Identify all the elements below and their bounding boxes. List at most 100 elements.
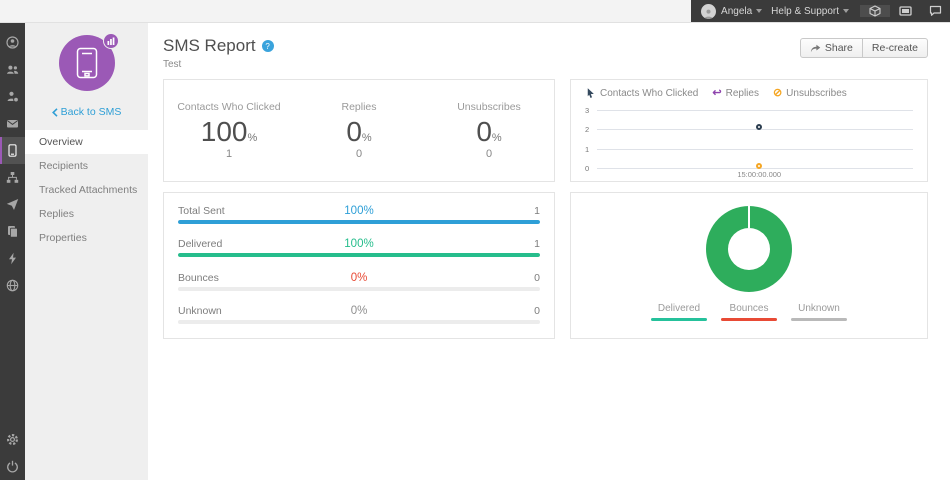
gridline: 0 — [597, 168, 913, 169]
nav-contacts[interactable] — [0, 56, 25, 83]
primary-nav-rail — [0, 23, 25, 480]
user-name: Angela — [721, 6, 752, 17]
user-circle-icon — [6, 36, 19, 49]
chat-bubble-icon — [929, 5, 942, 17]
nav-campaigns[interactable] — [0, 110, 25, 137]
donut-gap — [748, 206, 750, 228]
cube-icon — [869, 5, 881, 17]
scatter-chart: 3 2 1 0 15:00:00.000 — [597, 110, 913, 168]
nav-automations[interactable] — [0, 164, 25, 191]
header-actions: Share Re-create — [800, 38, 928, 58]
progress-fill — [178, 220, 540, 224]
nav-site[interactable] — [0, 272, 25, 299]
progress-row-unknown: Unknown 0% 0 — [178, 305, 540, 324]
page-header: SMS Report Test Share Re-create — [163, 36, 928, 70]
legend-unknown[interactable]: Unknown — [791, 303, 847, 321]
help-icon[interactable] — [262, 40, 274, 52]
gridline: 2 — [597, 129, 913, 130]
campaign-sidebar: Back to SMS Overview Recipients Tracked … — [25, 23, 148, 480]
progress-label: Unknown — [178, 305, 351, 317]
progress-count: 0 — [367, 305, 540, 317]
display-button[interactable] — [890, 6, 920, 17]
mobile-phone-icon — [6, 144, 19, 157]
gear-icon — [6, 433, 19, 446]
monitor-icon — [899, 6, 912, 17]
progress-track — [178, 253, 540, 257]
legend-delivered[interactable]: Delivered — [651, 303, 707, 321]
share-button[interactable]: Share — [800, 38, 863, 58]
nav-send[interactable] — [0, 191, 25, 218]
campaign-avatar — [59, 35, 115, 91]
gridline: 1 — [597, 149, 913, 150]
progress-count: 1 — [374, 205, 540, 217]
chat-button[interactable] — [920, 5, 950, 17]
stat-label: Unsubscribes — [424, 101, 554, 113]
nav-settings[interactable] — [0, 426, 25, 453]
stat-percent: 0% — [294, 118, 424, 146]
x-axis-tick-label: 15:00:00.000 — [737, 170, 781, 179]
report-badge — [103, 33, 119, 49]
delivery-donut-panel: Delivered Bounces Unknown — [570, 192, 928, 339]
legend-contacts-who-clicked[interactable]: Contacts Who Clicked — [585, 87, 698, 99]
donut-legend: Delivered Bounces Unknown — [571, 303, 927, 321]
power-icon — [6, 460, 19, 473]
progress-track — [178, 287, 540, 291]
stat-label: Replies — [294, 101, 424, 113]
help-support-label: Help & Support — [771, 6, 839, 17]
sidebar-item-recipients[interactable]: Recipients — [25, 154, 148, 178]
top-bar-right: Angela Help & Support — [691, 0, 950, 22]
main-content: SMS Report Test Share Re-create Contact — [148, 23, 950, 480]
contacts-icon — [6, 63, 19, 76]
stats-panel: Contacts Who Clicked 100% 1 Replies 0% 0… — [163, 79, 555, 182]
progress-row-delivered: Delivered 100% 1 — [178, 238, 540, 257]
progress-percent: 0% — [351, 305, 368, 317]
donut-chart — [706, 206, 792, 292]
apps-cube-button[interactable] — [860, 5, 890, 17]
cursor-click-icon — [585, 87, 596, 99]
chart-legend: Contacts Who Clicked ↩ Replies ⊘ Unsubsc… — [585, 87, 917, 99]
person-tag-icon — [6, 90, 19, 103]
progress-label: Total Sent — [178, 205, 344, 217]
legend-unsubscribes[interactable]: ⊘ Unsubscribes — [773, 88, 847, 99]
top-bar: Angela Help & Support — [0, 0, 950, 23]
page-title: SMS Report — [163, 36, 256, 56]
nav-actions[interactable] — [0, 245, 25, 272]
help-support-menu[interactable]: Help & Support — [771, 6, 858, 17]
gridline: 3 — [597, 110, 913, 111]
nav-deals[interactable] — [0, 83, 25, 110]
delivery-bars-panel: Total Sent 100% 1 Delivered 100% 1 — [163, 192, 555, 339]
avatar — [701, 4, 716, 19]
campaign-name: Test — [163, 59, 274, 70]
sitemap-icon — [6, 171, 19, 184]
back-to-sms-link[interactable]: Back to SMS — [25, 106, 148, 118]
progress-label: Delivered — [178, 238, 344, 250]
nav-forms[interactable] — [0, 218, 25, 245]
reply-arrow-icon: ↩ — [712, 88, 721, 99]
stat-label: Contacts Who Clicked — [164, 101, 294, 113]
progress-percent: 0% — [351, 272, 368, 284]
legend-bounces[interactable]: Bounces — [721, 303, 777, 321]
donut-hole — [728, 228, 770, 270]
nav-sms[interactable] — [0, 137, 25, 164]
recreate-button[interactable]: Re-create — [862, 38, 928, 58]
envelope-icon — [6, 117, 19, 130]
nav-user-circle[interactable] — [0, 29, 25, 56]
progress-track — [178, 320, 540, 324]
legend-swatch — [791, 318, 847, 321]
sidebar-item-tracked-attachments[interactable]: Tracked Attachments — [25, 178, 148, 202]
sidebar-item-overview[interactable]: Overview — [25, 130, 148, 154]
stat-replies: Replies 0% 0 — [294, 101, 424, 160]
progress-row-total-sent: Total Sent 100% 1 — [178, 205, 540, 224]
progress-count: 1 — [374, 238, 540, 250]
sidebar-item-replies[interactable]: Replies — [25, 202, 148, 226]
user-menu[interactable]: Angela — [701, 4, 771, 19]
progress-percent: 100% — [344, 238, 373, 250]
progress-row-bounces: Bounces 0% 0 — [178, 272, 540, 291]
sidebar-item-properties[interactable]: Properties — [25, 226, 148, 250]
chevron-left-icon — [52, 108, 58, 117]
progress-count: 0 — [367, 272, 540, 284]
bar-chart-icon — [107, 37, 115, 45]
nav-logout[interactable] — [0, 453, 25, 480]
legend-replies[interactable]: ↩ Replies — [712, 88, 759, 99]
stat-count: 1 — [164, 148, 294, 160]
